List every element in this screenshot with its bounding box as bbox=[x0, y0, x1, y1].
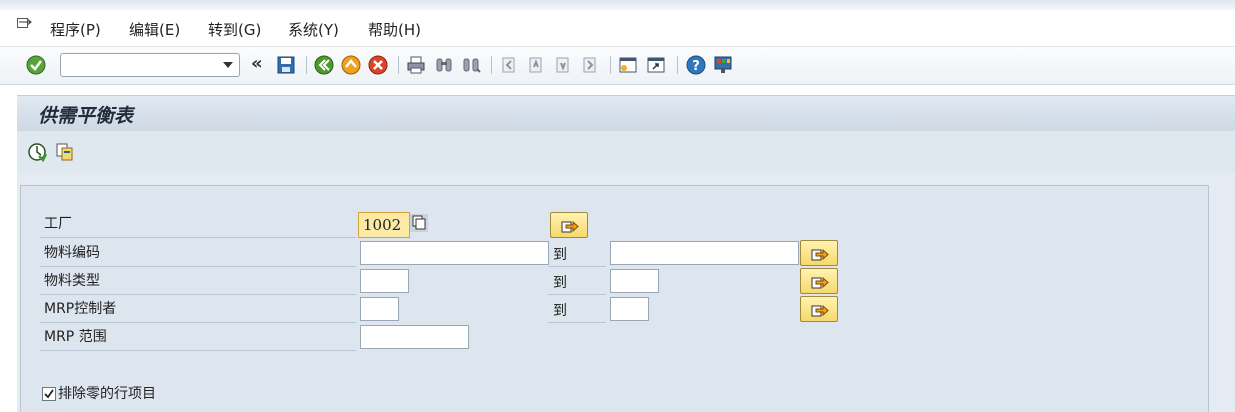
toolbar-separator bbox=[677, 56, 678, 74]
toolbar-separator bbox=[306, 56, 307, 74]
row-underline bbox=[548, 322, 606, 323]
multiple-selection-arrow-icon bbox=[561, 220, 579, 233]
row-underline bbox=[548, 266, 606, 267]
mrp-area-label: MRP 范围 bbox=[44, 329, 107, 345]
multiple-selection-arrow-icon bbox=[811, 304, 829, 317]
material-type-label: 物料类型 bbox=[44, 273, 100, 289]
last-page-icon[interactable] bbox=[580, 55, 600, 75]
mrp-controller-multiple-selection-button[interactable] bbox=[800, 296, 838, 322]
application-toolbar bbox=[17, 131, 1235, 174]
get-variant-icon[interactable] bbox=[55, 142, 75, 162]
checkmark-icon bbox=[44, 389, 54, 399]
material-type-to-field[interactable] bbox=[610, 269, 659, 293]
mrp-controller-to-field[interactable] bbox=[610, 297, 649, 321]
material-type-to-label: 到 bbox=[553, 275, 567, 291]
save-icon[interactable] bbox=[276, 55, 296, 75]
cancel-icon[interactable] bbox=[368, 55, 388, 75]
page-title: 供需平衡表 bbox=[38, 105, 134, 127]
row-underline bbox=[40, 266, 356, 267]
row-underline bbox=[40, 237, 356, 238]
print-icon[interactable] bbox=[406, 55, 426, 75]
toolbar-separator bbox=[491, 56, 492, 74]
material-multiple-selection-button[interactable] bbox=[800, 240, 838, 266]
svg-text:?: ? bbox=[692, 59, 700, 74]
collapse-icon[interactable]: « bbox=[251, 53, 263, 74]
find-icon[interactable] bbox=[434, 55, 454, 75]
help-icon[interactable]: ? bbox=[686, 55, 706, 75]
command-input[interactable] bbox=[65, 55, 219, 77]
row-underline bbox=[548, 294, 606, 295]
row-underline bbox=[40, 294, 356, 295]
material-type-multiple-selection-button[interactable] bbox=[800, 268, 838, 294]
menu-program[interactable]: 程序(P) bbox=[50, 19, 101, 40]
chevron-down-icon[interactable] bbox=[223, 62, 233, 68]
multiple-selection-arrow-icon bbox=[811, 276, 829, 289]
find-next-icon[interactable] bbox=[461, 55, 481, 75]
toolbar-separator bbox=[610, 56, 611, 74]
material-from-field[interactable] bbox=[360, 241, 549, 265]
material-label: 物料编码 bbox=[44, 245, 100, 261]
shortcut-icon[interactable] bbox=[646, 55, 666, 75]
plant-field[interactable]: 1002 bbox=[358, 212, 410, 238]
material-type-from-field[interactable] bbox=[360, 269, 409, 293]
back-icon[interactable] bbox=[314, 55, 334, 75]
standard-toolbar: « ? bbox=[0, 47, 1235, 85]
mrp-area-field[interactable] bbox=[360, 325, 469, 349]
enter-check-icon[interactable] bbox=[26, 55, 46, 75]
menu-help[interactable]: 帮助(H) bbox=[368, 19, 421, 40]
menu-edit[interactable]: 编辑(E) bbox=[129, 19, 180, 40]
new-session-icon[interactable] bbox=[618, 55, 638, 75]
toolbar-separator bbox=[398, 56, 399, 74]
system-menu-icon[interactable] bbox=[17, 18, 33, 32]
command-field[interactable] bbox=[60, 53, 240, 77]
material-to-label: 到 bbox=[553, 247, 567, 263]
window-top-strip bbox=[0, 0, 1235, 10]
left-margin bbox=[0, 85, 17, 412]
title-bar: 供需平衡表 bbox=[17, 95, 1235, 132]
next-page-icon[interactable] bbox=[553, 55, 573, 75]
plant-multiple-selection-button[interactable] bbox=[550, 212, 588, 238]
first-page-icon[interactable] bbox=[499, 55, 519, 75]
material-to-field[interactable] bbox=[610, 241, 799, 265]
menu-bar: 程序(P) 编辑(E) 转到(G) 系统(Y) 帮助(H) bbox=[0, 10, 1235, 47]
exit-icon[interactable] bbox=[341, 55, 361, 75]
execute-icon[interactable] bbox=[27, 142, 47, 162]
mrp-controller-label: MRP控制者 bbox=[44, 301, 117, 317]
plant-label: 工厂 bbox=[44, 216, 72, 232]
mrp-controller-to-label: 到 bbox=[553, 303, 567, 319]
row-underline bbox=[40, 350, 356, 351]
exclude-zero-label: 排除零的行项目 bbox=[58, 386, 156, 402]
copy-icon[interactable] bbox=[410, 214, 428, 232]
row-underline bbox=[40, 322, 356, 323]
exclude-zero-checkbox[interactable] bbox=[42, 387, 56, 401]
mrp-controller-from-field[interactable] bbox=[360, 297, 399, 321]
menu-system[interactable]: 系统(Y) bbox=[288, 19, 339, 40]
menu-goto[interactable]: 转到(G) bbox=[208, 19, 261, 40]
previous-page-icon[interactable] bbox=[526, 55, 546, 75]
multiple-selection-arrow-icon bbox=[811, 248, 829, 261]
customize-layout-icon[interactable] bbox=[713, 55, 733, 75]
